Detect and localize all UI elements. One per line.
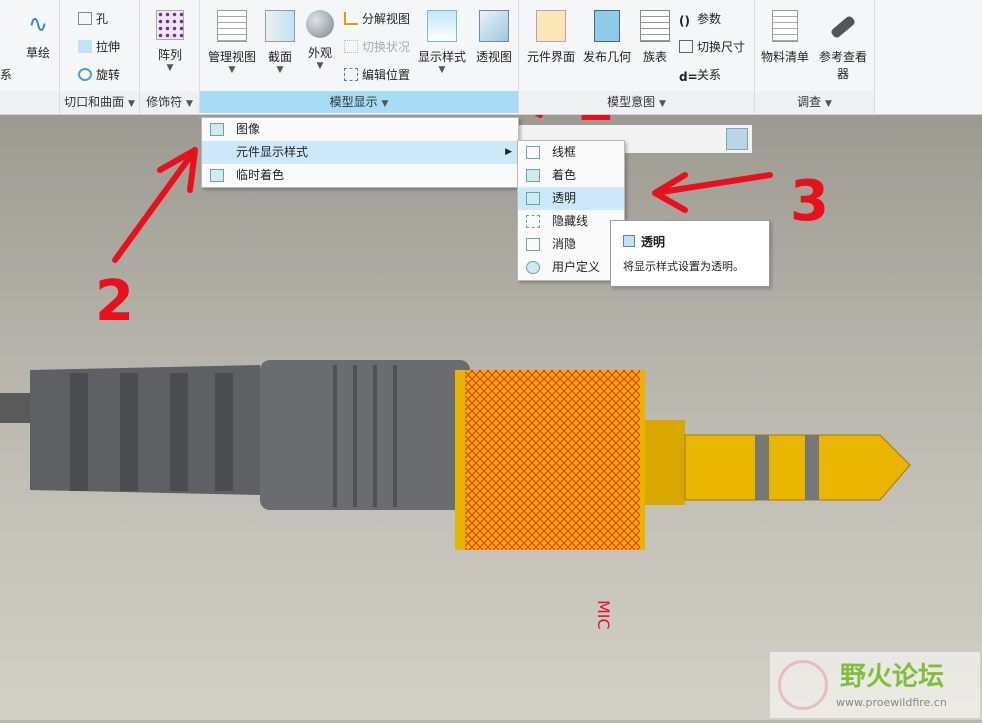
edit-position-button[interactable]: 编辑位置 — [344, 66, 410, 83]
user-icon — [526, 261, 540, 274]
parameters-button[interactable]: () 参数 — [679, 10, 721, 28]
submenu-item-shaded[interactable]: 着色 — [518, 164, 624, 187]
appearance-button[interactable]: 外观 ▼ — [302, 10, 338, 71]
submenu-item-wireframe[interactable]: 线框 — [518, 141, 624, 164]
sketch-icon: ∿ — [27, 10, 49, 38]
group-label-model-intent[interactable]: 模型意图 ▼ — [519, 91, 754, 113]
bom-button[interactable]: 物料清单 — [759, 10, 811, 65]
group-cut-surface: 孔 拉伸 旋转 切口和曲面 ▼ — [60, 0, 140, 115]
publish-geometry-button[interactable]: 发布几何 — [581, 10, 633, 65]
group-label-investigate[interactable]: 调查 ▼ — [755, 91, 874, 113]
publish-geometry-icon — [594, 10, 620, 42]
pattern-button[interactable]: 阵列 ▼ — [150, 10, 190, 73]
group-modifier: 阵列 ▼ 修饰符 ▼ — [140, 0, 200, 115]
group-sketch: ∿ 草绘 系 — [0, 0, 60, 115]
revolve-icon — [78, 68, 92, 81]
extrude-button[interactable]: 拉伸 — [78, 38, 120, 55]
model-canvas: MIC 1 2 3 — [0, 67, 911, 630]
switch-dimensions-button[interactable]: 切换尺寸 — [679, 38, 745, 55]
grip-sleeve — [260, 360, 470, 510]
tooltip: 透明 将显示样式设置为透明。 — [610, 220, 770, 287]
sketch-button[interactable]: ∿ 草绘 — [20, 10, 56, 61]
section-icon — [265, 10, 295, 42]
revolve-button[interactable]: 旋转 — [78, 66, 120, 83]
model-display-menu: 图像 元件显示样式 ▶ 临时着色 — [201, 117, 519, 188]
transparent-icon — [526, 192, 540, 205]
switch-dimensions-icon — [679, 40, 693, 53]
image-icon — [210, 123, 224, 136]
annotation-2: 2 — [95, 269, 134, 334]
ribbon: ∿ 草绘 系 孔 拉伸 旋转 切口和曲面 ▼ 阵列 ▼ 修饰符 ▼ 管理视图 ▼ 截面… — [0, 0, 982, 115]
no-hidden-icon — [526, 238, 540, 251]
hole-icon — [78, 12, 92, 25]
menu-item-image[interactable]: 图像 — [202, 118, 518, 141]
relations-button[interactable]: d=关系 — [679, 66, 721, 84]
edit-position-icon — [344, 68, 358, 81]
section-button[interactable]: 截面 ▼ — [262, 10, 298, 75]
menu-item-temp-shading[interactable]: 临时着色 — [202, 164, 518, 187]
submenu-item-hidden-line[interactable]: 隐藏线 — [518, 210, 624, 233]
hidden-line-icon — [526, 215, 540, 228]
perspective-button[interactable]: 透视图 — [472, 10, 516, 65]
display-style-submenu: 线框 着色 透明 隐藏线 消隐 用户定义 — [517, 140, 625, 281]
family-table-button[interactable]: 族表 — [637, 10, 673, 65]
model-label-mic: MIC — [594, 600, 613, 630]
model-viewport[interactable]: MIC 1 2 3 — [0, 67, 982, 720]
show-annotations-icon[interactable] — [726, 128, 748, 150]
extrude-icon — [78, 40, 92, 53]
display-style-icon — [427, 10, 457, 42]
group-model-display: 管理视图 ▼ 截面 ▼ 外观 ▼ 分解视图 切换状况 编辑位置 显示样式 ▼ 透视图 模… — [200, 0, 519, 115]
watermark: 野火论坛 www.proewildfire.cn — [770, 652, 980, 718]
group-label-cut-surface[interactable]: 切口和曲面 ▼ — [60, 91, 139, 113]
hole-button[interactable]: 孔 — [78, 10, 108, 27]
component-interface-button[interactable]: 元件界面 — [525, 10, 577, 65]
submenu-item-transparent[interactable]: 透明 — [518, 187, 624, 210]
bom-icon — [772, 10, 798, 42]
manage-view-button[interactable]: 管理视图 ▼ — [206, 10, 258, 75]
submenu-item-no-hidden[interactable]: 消隐 — [518, 233, 624, 256]
watermark-logo-icon — [778, 660, 828, 710]
plug-tip — [684, 434, 911, 501]
explode-icon — [344, 12, 358, 25]
transparent-knurl — [465, 370, 640, 550]
group-investigate: 物料清单 参考查看器 调查 ▼ — [755, 0, 875, 115]
shading-icon — [210, 169, 224, 182]
explode-view-button[interactable]: 分解视图 — [344, 10, 410, 27]
family-table-icon — [640, 10, 670, 42]
perspective-icon — [479, 10, 509, 42]
menu-item-component-display-style[interactable]: 元件显示样式 ▶ — [202, 141, 518, 164]
component-interface-icon — [536, 10, 566, 42]
appearance-sphere-icon — [306, 10, 334, 38]
toggle-status-button[interactable]: 切换状况 — [344, 38, 410, 55]
manage-view-icon — [217, 10, 247, 42]
toggle-status-icon — [344, 40, 358, 53]
coord-button[interactable]: 系 — [0, 66, 12, 83]
group-model-intent: 元件界面 发布几何 族表 () 参数 切换尺寸 d=关系 模型意图 ▼ — [519, 0, 755, 115]
group-label-modifier[interactable]: 修饰符 ▼ — [140, 91, 199, 113]
wireframe-icon — [526, 146, 540, 159]
shaded-icon — [526, 169, 540, 182]
relations-icon: d= — [679, 70, 698, 84]
group-label-model-display[interactable]: 模型显示 ▼ — [200, 91, 518, 113]
pattern-icon — [156, 10, 184, 40]
submenu-arrow-icon: ▶ — [505, 147, 512, 157]
annotation-3: 3 — [790, 169, 829, 234]
transparent-icon — [623, 235, 635, 247]
reference-viewer-chain-icon — [829, 14, 857, 40]
submenu-item-user-defined[interactable]: 用户定义 — [518, 256, 624, 279]
reference-viewer-button[interactable]: 参考查看器 — [815, 10, 871, 82]
parameters-icon: () — [679, 14, 690, 28]
display-style-button[interactable]: 显示样式 ▼ — [416, 10, 468, 75]
